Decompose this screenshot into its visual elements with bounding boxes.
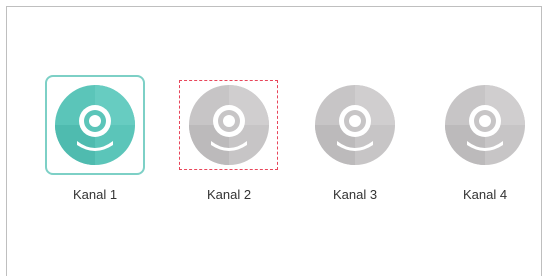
channel-3-label: Kanal 3 (332, 187, 378, 202)
channel-1-label: Kanal 1 (72, 187, 118, 202)
channel-2[interactable]: Kanal 2 (179, 80, 289, 220)
camera-icon (55, 85, 135, 165)
channel-panel: Kanal 1 Kanal 2 Kanal 3 Kanal 4 (6, 6, 542, 276)
camera-icon (188, 85, 269, 165)
channel-4[interactable]: Kanal 4 (435, 75, 542, 215)
channel-2-tile[interactable] (179, 80, 278, 170)
camera-icon (315, 85, 395, 165)
channel-1-tile[interactable] (45, 75, 145, 175)
channel-1[interactable]: Kanal 1 (45, 75, 155, 215)
channel-2-label: Kanal 2 (206, 187, 252, 202)
channel-3[interactable]: Kanal 3 (305, 75, 415, 215)
channel-4-label: Kanal 4 (462, 187, 508, 202)
camera-icon (445, 85, 525, 165)
channel-4-tile[interactable] (435, 75, 535, 175)
channel-3-tile[interactable] (305, 75, 405, 175)
